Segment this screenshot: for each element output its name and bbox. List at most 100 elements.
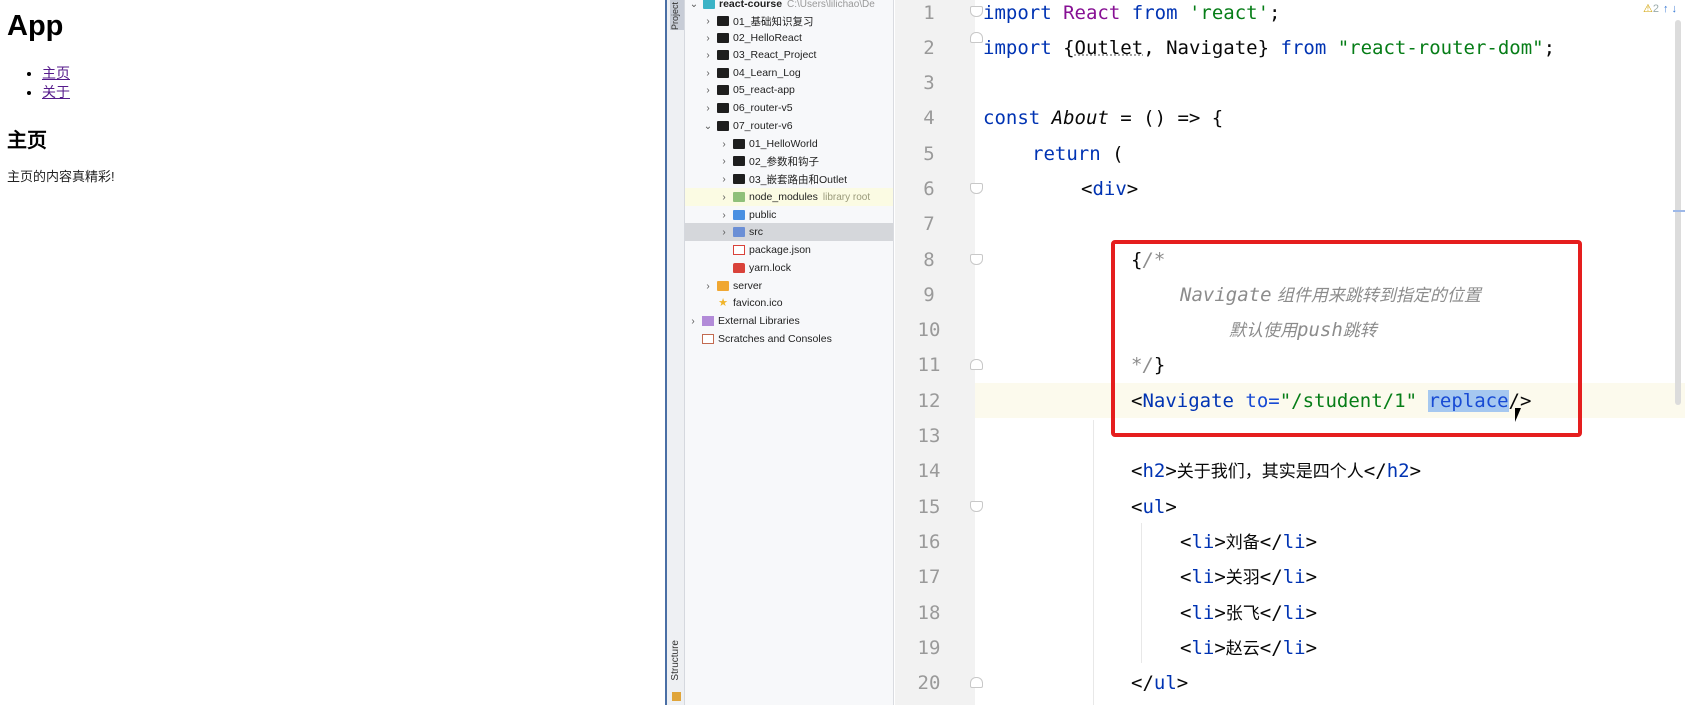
library-icon: [702, 316, 714, 326]
folder-icon: [717, 50, 729, 60]
tree-item[interactable]: › 01_基础知识复习: [685, 12, 893, 30]
chevron-down-icon: ⌄: [703, 120, 713, 132]
chevron-right-icon: ›: [722, 226, 726, 238]
code-line-20: </ul>: [1131, 672, 1189, 694]
tree-item-label: 03_React_Project: [733, 49, 817, 61]
folder-icon: [717, 281, 729, 291]
code-line-4: const About = () => {: [983, 107, 1224, 129]
fold-marker[interactable]: [970, 359, 983, 370]
tree-item[interactable]: › External Libraries: [685, 312, 893, 330]
tree-item-label: 01_基础知识复习: [733, 15, 814, 28]
tree-item-label: 03_嵌套路由和Outlet: [749, 173, 848, 186]
nav-link-home[interactable]: 主页: [42, 65, 70, 81]
tree-item[interactable]: ⌄ 07_router-v6: [685, 117, 893, 135]
fold-marker[interactable]: [970, 501, 983, 512]
chevron-right-icon: ›: [706, 84, 710, 96]
tab-project[interactable]: Project: [670, 0, 684, 30]
navigate-arrows-icon[interactable]: ↑ ↓: [1663, 3, 1677, 15]
code-area[interactable]: import React from 'react'; import {Outle…: [983, 0, 1683, 705]
structure-icon: [672, 692, 681, 701]
scroll-marker: [1673, 210, 1685, 212]
line-number: 10: [917, 319, 941, 341]
tree-item-label: src: [749, 226, 763, 238]
nav-list: 主页 关于: [24, 64, 70, 102]
code-line-16: <li>刘备</li>: [1180, 531, 1318, 553]
tree-item-label: 02_参数和钩子: [749, 155, 820, 168]
tree-item-label: 07_router-v6: [733, 120, 793, 132]
tree-item[interactable]: yarn.lock: [685, 259, 893, 277]
page-heading: 主页: [7, 130, 47, 152]
mouse-cursor-icon: [1515, 408, 1527, 422]
tree-item[interactable]: › 06_router-v5: [685, 99, 893, 117]
tree-item[interactable]: › 01_HelloWorld: [685, 135, 893, 153]
code-line-8: {/*: [1131, 249, 1166, 271]
code-line-10: 默认使用push跳转: [1229, 319, 1377, 341]
tool-window-strip: Project Structure: [665, 0, 685, 705]
folder-icon: [717, 68, 729, 78]
line-number: 4: [923, 107, 935, 129]
tree-item[interactable]: › 02_HelloReact: [685, 29, 893, 47]
chevron-right-icon: ›: [722, 138, 726, 150]
tree-item[interactable]: › 03_嵌套路由和Outlet: [685, 170, 893, 188]
tree-item[interactable]: › server: [685, 277, 893, 295]
tree-item[interactable]: › 05_react-app: [685, 81, 893, 99]
folder-icon: [733, 210, 745, 220]
fold-marker[interactable]: [970, 677, 983, 688]
tree-root-label: react-course: [719, 0, 783, 10]
line-number: 18: [917, 602, 941, 624]
folder-icon: [717, 33, 729, 43]
tree-item-label: 02_HelloReact: [733, 32, 802, 44]
line-number: 16: [917, 531, 941, 553]
json-file-icon: [733, 245, 745, 255]
line-number: 12: [917, 390, 941, 412]
fold-marker[interactable]: [970, 32, 983, 43]
tree-item-selected[interactable]: › src: [685, 223, 893, 241]
tree-item[interactable]: ★ favicon.ico: [685, 294, 893, 312]
app-title: App: [7, 10, 64, 42]
code-line-18: <li>张飞</li>: [1180, 602, 1318, 624]
library-root-note: library root: [822, 191, 871, 203]
code-line-14: <h2>关于我们，其实是四个人</h2>: [1131, 460, 1422, 482]
line-number: 5: [923, 143, 935, 165]
tree-item-label: node_modules: [749, 191, 818, 203]
tree-item[interactable]: package.json: [685, 241, 893, 259]
folder-icon: [733, 174, 745, 184]
code-editor[interactable]: 1 2 3 4 5 6 7 8 9 10 11 12 13 14 15 16 1…: [895, 0, 1685, 705]
line-number: 11: [917, 354, 941, 376]
code-line-11: */}: [1131, 354, 1166, 376]
selected-text: replace: [1428, 390, 1509, 412]
inspection-widget[interactable]: ⚠2 ↑ ↓: [1643, 2, 1677, 15]
line-number: 17: [917, 566, 941, 588]
vertical-scrollbar[interactable]: [1675, 20, 1681, 405]
tree-item[interactable]: › public: [685, 206, 893, 224]
folder-icon: [733, 156, 745, 166]
nav-link-about[interactable]: 关于: [42, 84, 70, 100]
chevron-right-icon: ›: [691, 315, 695, 327]
folder-icon: [717, 121, 729, 131]
fold-marker[interactable]: [970, 183, 983, 194]
tree-item-label: 05_react-app: [733, 84, 795, 96]
chevron-right-icon: ›: [722, 155, 726, 167]
warning-icon: ⚠: [1642, 3, 1653, 15]
tree-item[interactable]: Scratches and Consoles: [685, 330, 893, 348]
tree-item[interactable]: › node_modules library root: [685, 188, 893, 206]
code-line-12: <Navigate to="/student/1" replace/>: [1131, 390, 1532, 412]
chevron-right-icon: ›: [706, 32, 710, 44]
folder-icon: [733, 227, 745, 237]
chevron-right-icon: ›: [706, 15, 710, 27]
tree-item-label: public: [749, 209, 777, 221]
code-line-19: <li>赵云</li>: [1180, 637, 1318, 659]
tree-item[interactable]: › 04_Learn_Log: [685, 64, 893, 82]
tree-item-label: server: [733, 280, 763, 292]
chevron-right-icon: ›: [706, 102, 710, 114]
code-line-2: import {Outlet, Navigate} from "react-ro…: [983, 37, 1556, 59]
line-number: 19: [917, 637, 941, 659]
chevron-down-icon: ⌄: [689, 0, 699, 10]
fold-marker[interactable]: [970, 6, 983, 17]
tree-item[interactable]: › 02_参数和钩子: [685, 152, 893, 170]
fold-marker[interactable]: [970, 254, 983, 265]
tree-item[interactable]: › 03_React_Project: [685, 46, 893, 64]
folder-icon: [733, 139, 745, 149]
tab-structure[interactable]: Structure: [670, 640, 681, 681]
chevron-right-icon: ›: [722, 173, 726, 185]
